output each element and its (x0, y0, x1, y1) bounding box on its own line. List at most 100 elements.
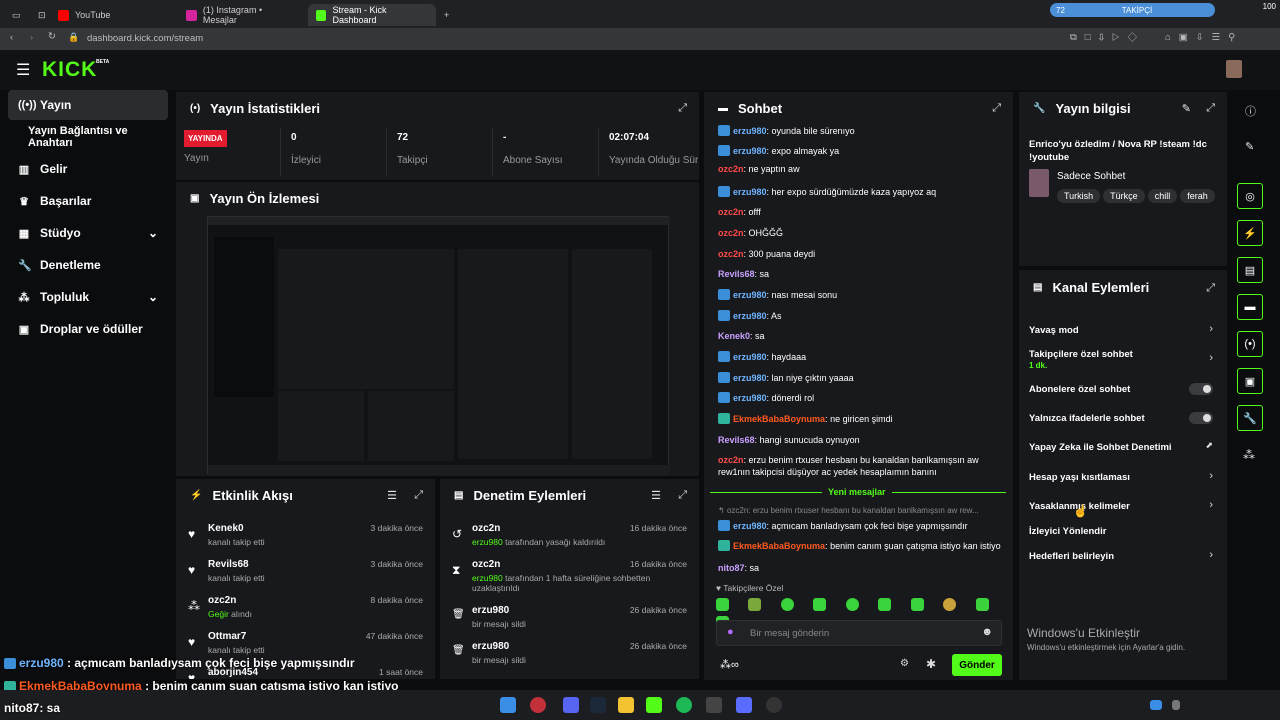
app-icon[interactable] (706, 697, 722, 713)
kick-logo[interactable]: KICK (42, 58, 97, 82)
sidebar-item-stream-key[interactable]: Yayın Bağlantısı ve Anahtarı (8, 122, 168, 152)
emote-icon[interactable] (845, 598, 859, 611)
info-icon[interactable]: ⓘ (1245, 103, 1256, 119)
community-icon[interactable]: ⁂ (1243, 448, 1255, 462)
start-menu-icon[interactable] (500, 697, 516, 713)
chat-username[interactable]: nito87 (718, 563, 745, 573)
emote-icon[interactable] (813, 598, 827, 611)
spotify-icon[interactable] (676, 697, 692, 713)
rail-wrench-button[interactable]: 🔧 (1237, 405, 1263, 431)
filter-icon[interactable]: ☰ (387, 489, 397, 502)
expand-icon[interactable]: ⤢ (414, 489, 423, 502)
chat-username[interactable]: erzu980 (733, 146, 767, 156)
obs-icon[interactable] (766, 697, 782, 713)
edit-icon[interactable]: ✎ (1245, 140, 1254, 153)
chat-username[interactable]: erzu980 (733, 187, 767, 197)
rail-camera-button[interactable]: ◎ (1237, 183, 1263, 209)
settings-gear-icon[interactable]: ⚙ (900, 658, 909, 669)
emote-icon[interactable] (943, 598, 957, 611)
expand-icon[interactable]: ⤢ (678, 102, 687, 115)
rail-document-button[interactable]: ▤ (1237, 257, 1263, 283)
chevron-right-icon[interactable]: › (1209, 470, 1213, 482)
edit-icon[interactable]: ✎ (1182, 102, 1191, 115)
tab-instagram[interactable]: (1) Instagram • Mesajlar (178, 4, 306, 26)
mod-target[interactable]: erzu980 (472, 605, 509, 616)
app-icon[interactable] (736, 697, 752, 713)
sidebar-item-drops[interactable]: ▣ Droplar ve ödüller (8, 314, 168, 344)
emote-icon[interactable] (975, 598, 989, 611)
mod-target[interactable]: erzu980 (472, 641, 509, 652)
rail-broadcast-button[interactable]: (•) (1237, 331, 1263, 357)
emote-icon[interactable] (780, 598, 794, 611)
discord-icon[interactable] (563, 697, 579, 713)
expand-icon[interactable]: ⤢ (678, 489, 687, 502)
emote-icon[interactable] (878, 598, 892, 611)
set-goals-item[interactable]: Hedefleri belirleyin (1029, 551, 1219, 562)
chat-username[interactable]: erzu980 (733, 373, 767, 383)
emote-icon[interactable] (716, 598, 729, 611)
chat-username[interactable]: erzu980 (733, 352, 767, 362)
feed-user[interactable]: Revils68 (208, 559, 249, 570)
expand-icon[interactable]: ⤢ (992, 102, 1001, 115)
chat-username[interactable]: erzu980 (733, 521, 767, 531)
sidebar-item-revenue[interactable]: ▥ Gelir (8, 154, 168, 184)
sidebar-item-achievements[interactable]: ♛ Başarılar (8, 186, 168, 216)
mod-tools-icon[interactable]: ✱ (926, 657, 936, 671)
chevron-right-icon[interactable]: › (1209, 323, 1213, 335)
chat-username[interactable]: Revils68 (718, 435, 755, 445)
folder-icon[interactable] (618, 697, 634, 713)
steam-icon[interactable] (590, 697, 606, 713)
filter-icon[interactable]: ☰ (651, 489, 661, 502)
chevron-right-icon[interactable]: › (1209, 352, 1213, 364)
emote-icon[interactable] (748, 598, 762, 611)
mod-actor[interactable]: erzu980 (472, 537, 503, 547)
chevron-right-icon[interactable]: › (1209, 499, 1213, 511)
chat-username[interactable]: erzu980 (733, 393, 767, 403)
browser-menu[interactable]: ▭ (4, 4, 29, 26)
feed-user[interactable]: ozc2n (208, 595, 236, 606)
slow-mode-item[interactable]: Yavaş mod (1029, 325, 1219, 336)
chat-username[interactable]: EkmekBabaBoynuma (733, 414, 825, 424)
tab-kick-dashboard[interactable]: Stream - Kick Dashboard (308, 4, 436, 26)
extension-icons[interactable]: ⌂▣⇩☰⚲ (1165, 32, 1243, 43)
chat-username[interactable]: erzu980 (733, 126, 767, 136)
ai-moderation-item[interactable]: Yapay Zeka ile Sohbet Denetimi (1029, 442, 1219, 453)
microphone-icon[interactable]: ● (727, 626, 734, 638)
banned-words-item[interactable]: Yasaklanmış kelimeler (1029, 501, 1219, 512)
external-link-icon[interactable]: ⬈ (1205, 440, 1213, 451)
category-thumbnail[interactable] (1029, 169, 1049, 197)
tag[interactable]: Turkish (1057, 189, 1101, 203)
rail-chat-button[interactable]: ▬ (1237, 294, 1263, 320)
chat-username[interactable]: erzu980 (733, 311, 767, 321)
avatar[interactable] (1226, 60, 1242, 78)
chat-username[interactable]: ozc2n (718, 455, 744, 465)
mod-target[interactable]: ozc2n (472, 559, 500, 570)
rail-lightning-button[interactable]: ⚡ (1237, 220, 1263, 246)
emotes-only-toggle[interactable] (1189, 412, 1213, 424)
video-preview[interactable] (207, 216, 670, 475)
browser-toolbar-icons[interactable]: ⧉□⇩▷◇ (1070, 32, 1145, 43)
rail-video-button[interactable]: ▣ (1237, 368, 1263, 394)
tray-icon[interactable] (1150, 700, 1162, 710)
chat-username[interactable]: EkmekBabaBoynuma (733, 541, 825, 551)
host-viewers-item[interactable]: İzleyici Yönlendir (1029, 526, 1219, 537)
emote-icon[interactable] (910, 598, 924, 611)
tray-icon[interactable] (1172, 700, 1180, 710)
account-age-item[interactable]: Hesap yaşı kısıtlaması (1029, 472, 1219, 483)
sidebar-item-studio[interactable]: ▦ Stüdyo ⌄ (8, 218, 168, 248)
chat-username[interactable]: ozc2n (718, 249, 744, 259)
expand-icon[interactable]: ⤢ (1206, 282, 1215, 295)
chat-username[interactable]: ozc2n (718, 228, 744, 238)
chat-username[interactable]: ozc2n (718, 207, 744, 217)
subscribers-only-toggle[interactable] (1189, 383, 1213, 395)
mod-actor[interactable]: erzu980 (472, 573, 503, 583)
expand-icon[interactable]: ⤢ (1206, 102, 1215, 115)
chat-input[interactable]: ● Bir mesaj gönderin ☻ (716, 620, 1002, 646)
reload-icon[interactable]: ↻ (48, 31, 56, 42)
url-text[interactable]: dashboard.kick.com/stream (87, 33, 203, 44)
opera-icon[interactable] (530, 697, 546, 713)
chat-username[interactable]: ozc2n (718, 164, 744, 174)
feed-user[interactable]: Ottmar7 (208, 631, 246, 642)
chevron-right-icon[interactable]: › (1209, 549, 1213, 561)
chat-username[interactable]: Kenek0 (718, 331, 750, 341)
